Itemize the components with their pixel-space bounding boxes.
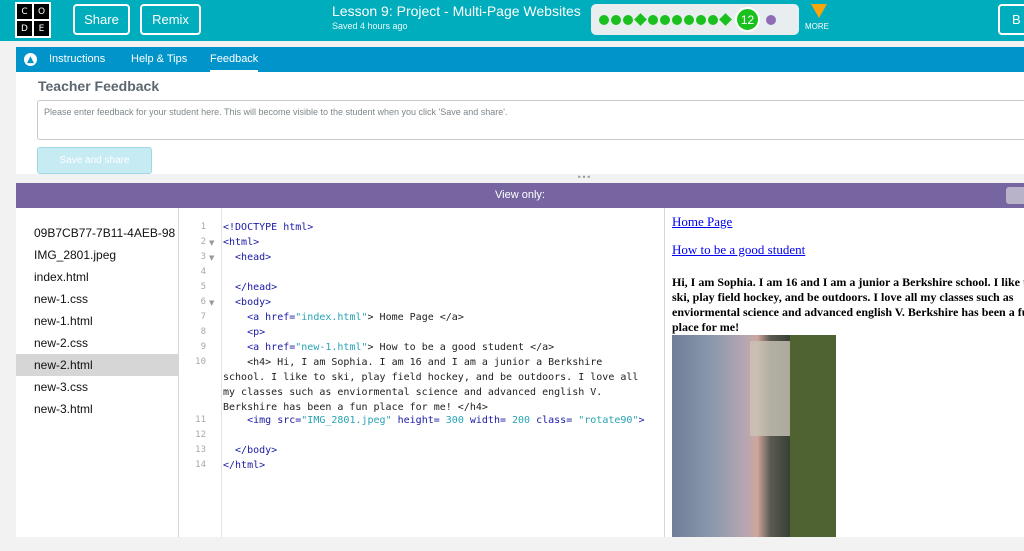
- instructions-tab-bar: ▲ Instructions Help & Tips Feedback: [16, 47, 1024, 72]
- level-dot-unattempted[interactable]: [766, 14, 776, 25]
- code-line: </head>: [223, 282, 278, 293]
- line-number: 2: [200, 237, 206, 247]
- fold-arrow-icon[interactable]: ▼: [209, 254, 214, 262]
- fold-arrow-icon[interactable]: ▼: [209, 299, 214, 307]
- logo-letter: E: [34, 21, 49, 36]
- file-item[interactable]: new-3.css: [16, 376, 178, 398]
- level-dot[interactable]: [611, 14, 621, 25]
- share-button[interactable]: Share: [73, 4, 130, 35]
- preview-link-student[interactable]: How to be a good student: [672, 242, 805, 258]
- file-item[interactable]: new-2.css: [16, 332, 178, 354]
- current-level-bubble[interactable]: 12: [735, 7, 760, 32]
- code-line: <h4> Hi, I am Sophia. I am 16 and I am a…: [223, 357, 603, 368]
- line-number: 4: [200, 267, 206, 277]
- line-number: 12: [195, 430, 206, 440]
- level-dot[interactable]: [648, 14, 658, 25]
- file-item[interactable]: new-3.html: [16, 398, 178, 420]
- code-line: <a href="index.html"> Home Page </a>: [223, 312, 464, 323]
- file-item[interactable]: index.html: [16, 266, 178, 288]
- tab-instructions[interactable]: Instructions: [49, 47, 105, 72]
- view-only-label: View only:: [495, 189, 545, 201]
- view-only-bar: View only:: [16, 183, 1024, 208]
- file-item-selected[interactable]: new-2.html: [16, 354, 178, 376]
- preview-heading: Hi, I am Sophia. I am 16 and I am a juni…: [672, 275, 1024, 334]
- save-and-share-button[interactable]: Save and share: [37, 147, 152, 174]
- file-item[interactable]: new-1.html: [16, 310, 178, 332]
- more-label[interactable]: MORE: [805, 22, 829, 31]
- level-dot[interactable]: [672, 14, 682, 25]
- level-dot[interactable]: [696, 14, 706, 25]
- edge-button[interactable]: B: [998, 4, 1024, 35]
- level-dot[interactable]: [708, 14, 718, 25]
- fold-arrow-icon[interactable]: ▼: [209, 239, 214, 247]
- workspace: 09B7CB77-7B11-4AEB-98 IMG_2801.jpeg inde…: [16, 208, 1024, 537]
- top-bar: C O D E Share Remix Lesson 9: Project - …: [0, 0, 1024, 41]
- logo-letter: O: [34, 4, 49, 19]
- file-list-panel: 09B7CB77-7B11-4AEB-98 IMG_2801.jpeg inde…: [16, 208, 179, 537]
- web-preview: Home Page How to be a good student Hi, I…: [666, 208, 1024, 537]
- line-number: 9: [200, 342, 206, 352]
- code-line: <img src="IMG_2801.jpeg" height= 300 wid…: [223, 415, 645, 426]
- code-line: <head>: [223, 252, 272, 263]
- feedback-title: Teacher Feedback: [38, 78, 160, 94]
- resize-handle-icon[interactable]: •••: [576, 174, 592, 182]
- line-number: 13: [195, 445, 206, 455]
- preview-photo: [672, 335, 836, 537]
- more-arrow-icon[interactable]: [811, 4, 827, 18]
- feedback-panel: Teacher Feedback Please enter feedback f…: [16, 72, 1024, 174]
- logo-letter: D: [17, 21, 32, 36]
- level-dot[interactable]: [623, 14, 633, 25]
- lesson-title: Lesson 9: Project - Multi-Page Websites: [332, 3, 581, 19]
- code-line: <body>: [223, 297, 272, 308]
- file-item[interactable]: new-1.css: [16, 288, 178, 310]
- code-line: <a href="new-1.html"> How to be a good s…: [223, 342, 555, 353]
- line-number: 10: [195, 357, 206, 367]
- line-number: 7: [200, 312, 206, 322]
- code-line: <!DOCTYPE html>: [223, 222, 314, 233]
- photo-lawn: [790, 335, 836, 537]
- code-line: </html>: [223, 460, 266, 471]
- logo-letter: C: [17, 4, 32, 19]
- code-line: </body>: [223, 445, 278, 456]
- file-item[interactable]: 09B7CB77-7B11-4AEB-98: [16, 222, 178, 244]
- tab-help-tips[interactable]: Help & Tips: [131, 47, 187, 72]
- line-number: 6: [200, 297, 206, 307]
- preview-link-home[interactable]: Home Page: [672, 214, 732, 230]
- code-line: my classes such as enviormental science …: [223, 387, 603, 398]
- code-org-logo[interactable]: C O D E: [15, 2, 51, 38]
- level-dot[interactable]: [599, 14, 609, 25]
- code-line: school. I like to ski, play field hockey…: [223, 372, 639, 383]
- photo-house: [750, 341, 790, 436]
- toolbar-toggle-icon[interactable]: [1006, 187, 1024, 204]
- code-editor[interactable]: 1 2 ▼ 3 ▼ 4 5 6 ▼ 7 8 9 10 11 12 13 14 <…: [180, 208, 665, 537]
- remix-button[interactable]: Remix: [140, 4, 201, 35]
- line-number: 11: [195, 415, 206, 425]
- saved-status: Saved 4 hours ago: [332, 21, 408, 31]
- line-number: 3: [200, 252, 206, 262]
- level-diamond[interactable]: [719, 13, 732, 26]
- feedback-input[interactable]: Please enter feedback for your student h…: [37, 100, 1024, 140]
- collapse-icon[interactable]: ▲: [24, 53, 37, 66]
- file-item[interactable]: IMG_2801.jpeg: [16, 244, 178, 266]
- level-dot[interactable]: [684, 14, 694, 25]
- progress-bubbles: 12: [591, 4, 799, 35]
- code-line: <p>: [223, 327, 266, 338]
- code-line: <html>: [223, 237, 260, 248]
- tab-feedback[interactable]: Feedback: [210, 47, 259, 72]
- line-number: 5: [200, 282, 206, 292]
- line-number-gutter: 1 2 ▼ 3 ▼ 4 5 6 ▼ 7 8 9 10 11 12 13 14: [180, 208, 222, 537]
- line-number: 1: [200, 222, 206, 232]
- line-number: 8: [200, 327, 206, 337]
- line-number: 14: [195, 460, 206, 470]
- level-diamond[interactable]: [634, 13, 647, 26]
- level-dot[interactable]: [660, 14, 670, 25]
